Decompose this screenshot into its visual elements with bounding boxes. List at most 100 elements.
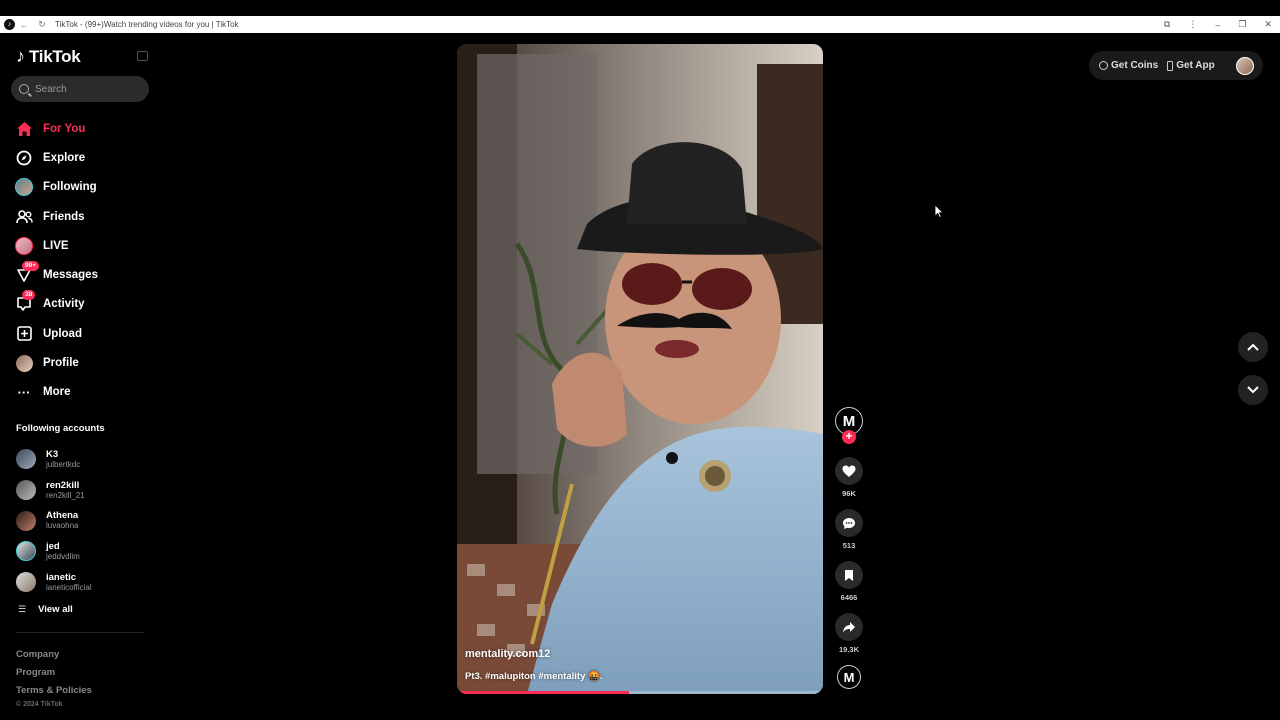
following-avatar: [15, 178, 33, 197]
browser-menu-icon[interactable]: ⋮: [1188, 19, 1197, 30]
following-list: K3 julbertkdc ren2kill ren2kill_21 Athena l…: [16, 444, 92, 597]
profile-avatar: [15, 354, 33, 372]
nav-item-following[interactable]: Following: [15, 173, 98, 202]
previous-video-button[interactable]: [1238, 332, 1268, 362]
heart-icon[interactable]: [835, 457, 863, 485]
like-action[interactable]: 96K: [834, 457, 864, 498]
chevron-down-icon: [1247, 386, 1259, 394]
comment-count: 513: [842, 541, 856, 550]
home-icon: [15, 120, 33, 138]
save-action[interactable]: 6466: [834, 561, 864, 602]
share-action[interactable]: 19.3K: [834, 613, 864, 654]
following-account[interactable]: jed jeddvdlim: [16, 536, 92, 567]
comment-icon[interactable]: [835, 509, 863, 537]
account-handle: luvaohna: [46, 521, 79, 531]
browser-tabstrip: ♪ ← ↻ TikTok - (99+)Watch trending video…: [0, 16, 1280, 33]
tiktok-note-icon: ♪: [16, 46, 25, 66]
nav-label: Profile: [43, 357, 79, 370]
tab-title[interactable]: TikTok - (99+)Watch trending videos for …: [55, 20, 239, 29]
nav-label: LIVE: [43, 239, 69, 252]
footer-terms[interactable]: Terms & Policies: [16, 682, 92, 700]
extensions-icon[interactable]: ⧉: [1164, 19, 1170, 30]
sidebar: ♪ TikTok For You Explore Following: [0, 34, 160, 720]
collapse-sidebar-icon[interactable]: [137, 51, 148, 61]
get-app-label: Get App: [1176, 60, 1215, 71]
avatar: [16, 449, 36, 470]
compass-icon: [15, 149, 33, 167]
nav-label: Friends: [43, 210, 85, 223]
sound-action[interactable]: M: [834, 665, 864, 689]
tiktok-favicon-icon: ♪: [4, 19, 15, 30]
account-name: Athena: [46, 510, 79, 522]
nav-item-activity[interactable]: 38 Activity: [15, 290, 98, 319]
action-rail: M + 96K 513 6466 19.3K M: [834, 407, 864, 689]
share-icon[interactable]: [835, 613, 863, 641]
sidebar-divider: [16, 632, 144, 633]
comment-action[interactable]: 513: [834, 509, 864, 550]
upload-icon: [15, 325, 33, 343]
avatar: [16, 572, 36, 593]
nav-item-explore[interactable]: Explore: [15, 143, 98, 172]
avatar: [16, 510, 36, 531]
main-nav: For You Explore Following Friends LIVE 9…: [15, 114, 98, 407]
search-icon: [19, 84, 29, 94]
footer-program[interactable]: Program: [16, 664, 92, 682]
video-progress-bar[interactable]: [457, 691, 823, 694]
nav-item-friends[interactable]: Friends: [15, 202, 98, 231]
minimize-icon[interactable]: –: [1215, 20, 1220, 30]
account-handle: ren2kill_21: [46, 490, 85, 500]
top-right-bar: Get Coins Get App: [1089, 51, 1263, 80]
video-caption: Pt3. #malupiton #mentality 🤬.: [465, 671, 603, 682]
video-player[interactable]: mentality.com12 Pt3. #malupiton #mentali…: [457, 44, 823, 694]
search-box[interactable]: [11, 76, 149, 102]
user-avatar[interactable]: [1235, 56, 1254, 75]
like-count: 96K: [842, 489, 856, 498]
following-account[interactable]: K3 julbertkdc: [16, 444, 92, 475]
reload-icon[interactable]: ↻: [33, 19, 51, 30]
video-progress-fill: [457, 691, 630, 694]
nav-label: Messages: [43, 269, 98, 282]
video-author[interactable]: mentality.com12: [465, 648, 550, 660]
account-name: K3: [46, 448, 59, 460]
nav-item-messages[interactable]: 99+ Messages: [15, 260, 98, 289]
nav-item-profile[interactable]: Profile: [15, 348, 98, 377]
live-avatar: [15, 236, 33, 255]
tiktok-logo[interactable]: ♪ TikTok: [16, 46, 81, 67]
get-coins-label: Get Coins: [1111, 60, 1159, 71]
account-handle: jeddvdlim: [46, 551, 80, 561]
view-all-link[interactable]: ☰ View all: [18, 604, 73, 615]
get-coins-button[interactable]: Get Coins: [1099, 60, 1158, 71]
nav-item-more[interactable]: ··· More: [15, 378, 98, 407]
avatar: [16, 541, 36, 562]
view-all-label: View all: [38, 604, 73, 615]
share-count: 19.3K: [838, 645, 859, 654]
next-video-button[interactable]: [1238, 375, 1268, 405]
search-input[interactable]: [35, 83, 135, 95]
nav-label: More: [43, 386, 71, 399]
account-name: jed: [46, 540, 60, 552]
messages-icon: 99+: [15, 261, 40, 284]
follow-plus-button[interactable]: +: [842, 430, 856, 444]
logo-text: TikTok: [29, 46, 81, 66]
nav-item-live[interactable]: LIVE: [15, 231, 98, 260]
nav-item-upload[interactable]: Upload: [15, 319, 98, 348]
following-account[interactable]: ren2kill ren2kill_21: [16, 475, 92, 506]
nav-item-for-you[interactable]: For You: [15, 114, 98, 143]
get-app-button[interactable]: Get App: [1167, 60, 1215, 71]
bookmark-icon[interactable]: [835, 561, 863, 589]
avatar: [16, 480, 36, 501]
phone-icon: [1167, 60, 1174, 71]
following-accounts-title: Following accounts: [16, 423, 105, 434]
chevron-up-icon: [1247, 343, 1259, 351]
close-icon[interactable]: ✕: [1264, 19, 1272, 30]
account-handle: ianeticofficial: [46, 582, 92, 592]
footer-company[interactable]: Company: [16, 646, 92, 664]
activity-badge: 38: [22, 290, 36, 301]
following-account[interactable]: Athena luvaohna: [16, 505, 92, 536]
back-icon[interactable]: ←: [15, 20, 33, 30]
following-account[interactable]: ianetic ianeticofficial: [16, 567, 92, 598]
sidebar-footer: Company Program Terms & Policies © 2024 …: [16, 646, 92, 710]
restore-icon[interactable]: ❐: [1238, 19, 1246, 30]
mouse-cursor-icon: [934, 204, 944, 218]
sound-avatar[interactable]: M: [837, 665, 861, 689]
